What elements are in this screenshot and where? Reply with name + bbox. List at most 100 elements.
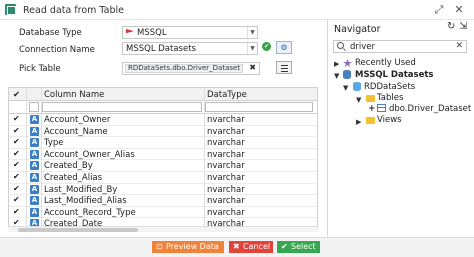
panel-divider[interactable] [327,20,328,237]
navigator-search[interactable]: driver ✕ [333,40,467,53]
expand-views-icon[interactable]: ▶ [356,118,361,126]
expand-table-icon[interactable]: + [368,104,376,114]
datatype-cell: nvarchar [207,173,245,183]
dialog-footer: ⊡ Preview Data ✖ Cancel ✔ Select [0,237,474,257]
datatype-filter-input[interactable] [205,102,313,112]
database-type-select[interactable]: MSSQL ▼ [122,26,258,39]
column-name-filter-input[interactable] [42,102,202,112]
text-type-icon: A [30,161,39,171]
text-type-icon: A [30,126,39,136]
expand-recently-used-icon[interactable]: ▶ [334,60,339,68]
navigator-title: Navigator [334,24,381,35]
table-menu-button[interactable] [276,61,292,74]
database-icon [343,70,351,79]
table-row[interactable]: ✔ A Account_Owner_Alias nvarchar [9,149,317,161]
connection-name-select[interactable]: MSSQL Datasets ▼ [122,42,258,55]
recently-used-icon [343,59,352,67]
table-row[interactable]: ✔ A Account_Name nvarchar [9,126,317,138]
table-icon [377,104,386,112]
tree-views[interactable]: Views [377,115,402,125]
clear-table-icon[interactable]: ✖ [249,63,256,72]
close-icon[interactable]: ✕ [452,3,466,17]
text-type-icon: A [30,115,39,124]
folder-icon [366,117,375,124]
filter-row [9,101,317,114]
column-name-cell: Account_Owner [44,115,111,125]
cancel-icon: ✖ [233,242,240,251]
row-checkbox[interactable]: ✔ [13,172,20,181]
column-name-cell: Last_Modified_By [44,184,118,195]
chevron-down-icon[interactable]: ▼ [247,43,257,54]
collapse-datasource-icon[interactable]: ▼ [334,72,339,80]
datatype-cell: nvarchar [207,161,245,172]
grid-header: ✔ Column Name DataType [9,88,317,101]
row-checkbox[interactable]: ✔ [13,195,20,204]
tree-recently-used[interactable]: Recently Used [355,58,416,68]
table-row[interactable]: ✔ A Created_By nvarchar [9,160,317,172]
folder-icon [366,95,375,102]
column-name-cell: Created_By [44,161,93,172]
chevron-down-icon[interactable]: ▼ [247,27,257,38]
expand-icon[interactable]: ⤢ [432,3,446,17]
search-icon [337,42,344,49]
table-row[interactable]: ✔ A Type nvarchar [9,137,317,149]
row-checkbox[interactable]: ✔ [13,207,20,216]
preview-data-button[interactable]: ⊡ Preview Data [152,241,224,253]
preview-data-label: Preview Data [166,242,219,251]
row-checkbox[interactable]: ✔ [13,126,20,135]
column-name-cell: Last_Modified_Alias [44,196,127,207]
refresh-icon[interactable]: ↻ [447,21,455,32]
tree-table[interactable]: dbo.Driver_Dataset [389,104,471,114]
connection-settings-button[interactable]: ⚙ [276,41,292,54]
schema-icon [353,82,361,91]
text-type-icon: A [30,173,39,182]
horizontal-scrollbar[interactable] [8,226,318,232]
window-title: Read data from Table [23,5,125,16]
table-row[interactable]: ✔ A Account_Record_Type nvarchar [9,207,317,219]
tree-database[interactable]: RDDataSets [364,82,415,92]
columns-grid: ✔ Column Name DataType ✔ A Account_Ownernv… [8,87,318,227]
selected-table-chip: RDDataSets.dbo.Driver_Dataset [125,64,244,73]
cancel-button[interactable]: ✖ Cancel [229,241,273,253]
column-name-cell: Account_Record_Type [44,207,136,218]
connection-name-value: MSSQL Datasets [126,44,196,54]
tree-datasource[interactable]: MSSQL Datasets [355,70,433,80]
table-row[interactable]: ✔ A Account_Owner nvarchar [9,114,317,126]
clear-search-icon[interactable]: ✕ [455,41,463,51]
app-icon [5,4,16,15]
row-checkbox[interactable]: ✔ [13,160,20,169]
row-checkbox[interactable]: ✔ [13,137,20,146]
column-name-cell: Account_Owner_Alias [44,149,135,160]
collapse-tables-icon[interactable]: ▼ [356,96,361,104]
database-type-label: Database Type [19,28,82,38]
row-checkbox[interactable]: ✔ [13,184,20,193]
table-row[interactable]: ✔ A Last_Modified_By nvarchar [9,184,317,196]
cancel-label: Cancel [243,242,271,251]
column-name-cell: Type [44,138,64,149]
table-row[interactable]: ✔ A Created_Alias nvarchar [9,172,317,184]
row-checkbox[interactable]: ✔ [13,114,20,123]
select-button[interactable]: ✔ Select [277,241,320,253]
column-name-cell: Created_Alias [44,173,103,183]
select-all-checkbox[interactable]: ✔ [13,90,20,100]
datatype-cell: nvarchar [207,184,245,195]
navigator-search-input[interactable]: driver [350,42,375,52]
row-checkbox[interactable]: ✔ [13,149,20,158]
collapse-database-icon[interactable]: ▼ [343,84,348,92]
column-name-header[interactable]: Column Name [44,90,104,100]
select-icon: ✔ [281,242,288,251]
type-filter-checkbox[interactable] [29,102,39,112]
collapse-icon[interactable]: ⇲ [459,21,467,32]
text-type-icon: A [30,207,39,217]
scrollbar-thumb[interactable] [18,228,138,232]
select-label: Select [291,242,316,251]
tree-tables[interactable]: Tables [377,93,403,103]
datatype-header[interactable]: DataType [207,90,247,100]
datatype-cell: nvarchar [207,196,245,207]
pick-table-label: Pick Table [19,64,61,74]
mssql-logo-icon [126,29,134,34]
table-row[interactable]: ✔ A Last_Modified_Alias nvarchar [9,195,317,207]
pick-table-field[interactable]: RDDataSets.dbo.Driver_Dataset ✖ [122,62,260,75]
title-bar: Read data from Table ⤢ ✕ [0,0,474,20]
connection-name-label: Connection Name [19,45,95,55]
